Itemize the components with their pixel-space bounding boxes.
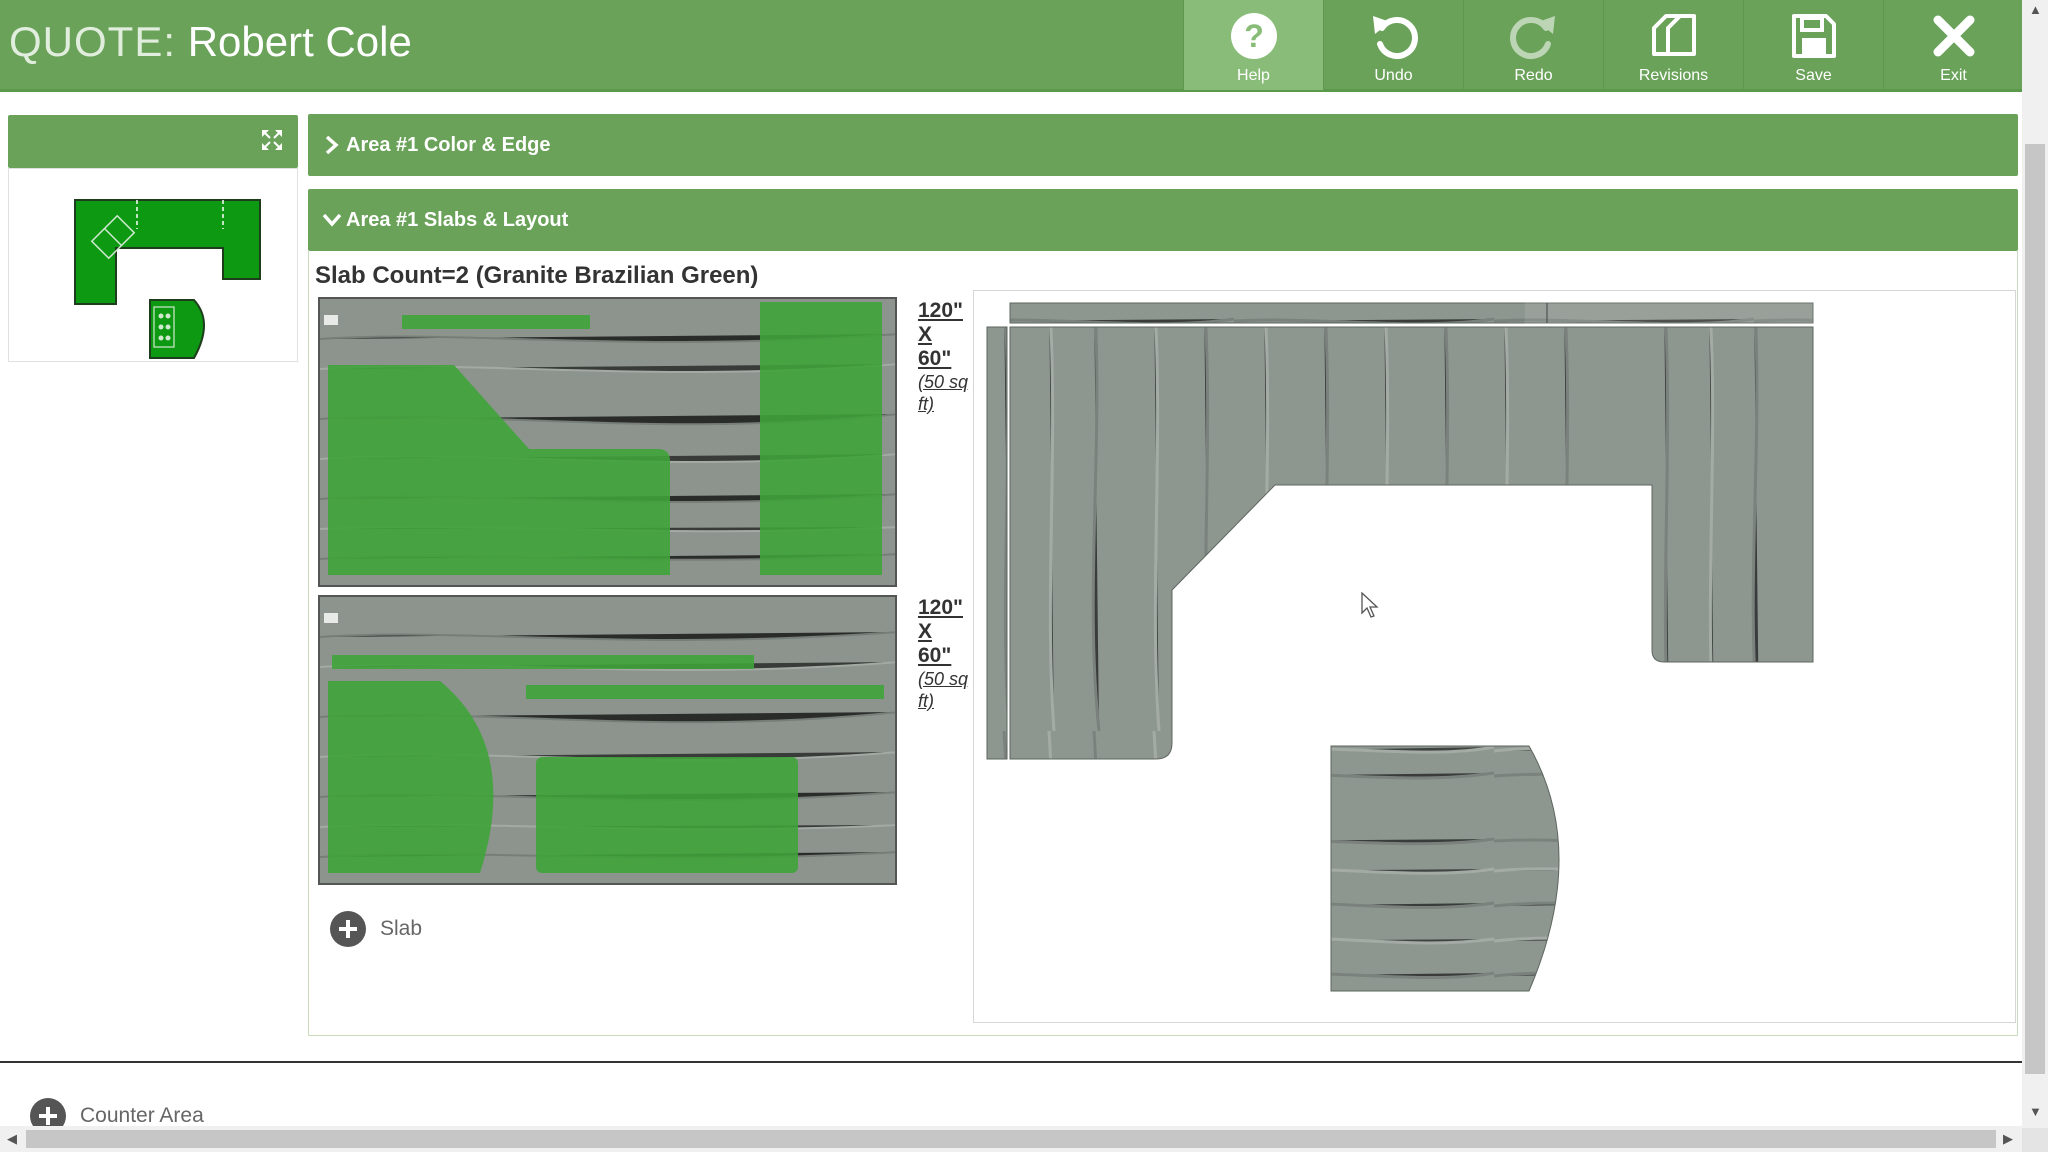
slab-2-x: X — [918, 620, 933, 643]
save-button[interactable]: Save — [1743, 0, 1883, 90]
quote-prefix: QUOTE: — [9, 18, 177, 65]
preview-header — [8, 115, 298, 168]
redo-label: Redo — [1514, 67, 1553, 84]
redo-icon — [1509, 16, 1555, 59]
undo-button[interactable]: Undo — [1323, 0, 1463, 90]
slab-1-x: X — [918, 323, 933, 346]
quote-title: QUOTE: Robert Cole — [9, 18, 412, 66]
scroll-down-icon[interactable]: ▼ — [2029, 1104, 2042, 1119]
slab-2-width: 120" — [918, 596, 963, 619]
save-label: Save — [1795, 67, 1832, 84]
save-icon — [1791, 14, 1836, 58]
plus-circle-icon — [330, 911, 366, 947]
scroll-right-icon[interactable]: ▶ — [2003, 1131, 2013, 1147]
chevron-right-icon — [325, 135, 339, 155]
revisions-label: Revisions — [1638, 67, 1709, 84]
slab-2-dimensions: 120" X 60" (50 sq ft) — [918, 596, 978, 712]
top-bar: QUOTE: Robert Cole ? Help Undo Redo Revi… — [0, 0, 2022, 92]
add-slab-button[interactable]: Slab — [330, 911, 422, 947]
slab-1[interactable] — [318, 297, 897, 587]
slab-1-area: (50 sq ft) — [918, 372, 969, 414]
undo-icon — [1372, 16, 1418, 59]
scrollbar-corner — [2022, 1128, 2048, 1152]
slabs-layout-title: Area #1 Slabs & Layout — [346, 209, 569, 231]
undo-label: Undo — [1374, 67, 1413, 84]
slabs-layout-section-header[interactable]: Area #1 Slabs & Layout — [308, 189, 2018, 251]
slab-count-label: Slab Count=2 (Granite Brazilian Green) — [315, 262, 759, 289]
countertop-layout — [986, 302, 1814, 992]
slab-2-layout — [320, 597, 895, 883]
toolbar: ? Help Undo Redo Revisions Save Exit — [1183, 0, 2023, 90]
revisions-icon — [1651, 14, 1696, 56]
redo-button[interactable]: Redo — [1463, 0, 1603, 90]
help-icon: ? — [1230, 13, 1277, 59]
help-label: Help — [1237, 67, 1270, 84]
slab-1-layout — [320, 299, 895, 585]
customer-name: Robert Cole — [187, 18, 412, 65]
revisions-button[interactable]: Revisions — [1603, 0, 1743, 90]
slab-2[interactable] — [318, 595, 897, 885]
slab-1-width: 120" — [918, 299, 963, 322]
add-counter-area-label: Counter Area — [80, 1104, 204, 1127]
add-slab-label: Slab — [380, 917, 423, 940]
scroll-up-icon[interactable]: ▲ — [2029, 2, 2042, 17]
slab-2-area: (50 sq ft) — [918, 669, 969, 711]
slab-1-height: 60" — [918, 347, 952, 370]
color-edge-title: Area #1 Color & Edge — [346, 134, 551, 156]
scroll-left-icon[interactable]: ◀ — [7, 1131, 17, 1147]
exit-icon — [1933, 15, 1974, 57]
vertical-scroll-thumb[interactable] — [2025, 144, 2045, 1074]
section-divider — [0, 1061, 2022, 1063]
help-button[interactable]: ? Help — [1183, 0, 1323, 90]
layout-canvas[interactable] — [973, 290, 2016, 1023]
expand-icon[interactable] — [260, 128, 284, 152]
countertop-thumbnail — [74, 199, 261, 359]
exit-label: Exit — [1940, 67, 1967, 84]
horizontal-scrollbar[interactable]: ◀ ▶ — [0, 1126, 2022, 1152]
color-edge-section-header[interactable]: Area #1 Color & Edge — [308, 114, 2018, 176]
svg-text:?: ? — [1244, 18, 1264, 54]
chevron-down-icon — [322, 213, 342, 227]
exit-button[interactable]: Exit — [1883, 0, 2023, 90]
mouse-cursor-icon — [1361, 592, 1379, 618]
slab-2-height: 60" — [918, 644, 952, 667]
slab-1-dimensions: 120" X 60" (50 sq ft) — [918, 299, 978, 415]
horizontal-scroll-thumb[interactable] — [26, 1130, 1996, 1148]
countertop-preview[interactable] — [8, 168, 298, 362]
vertical-scrollbar[interactable]: ▲ ▼ — [2022, 0, 2048, 1128]
